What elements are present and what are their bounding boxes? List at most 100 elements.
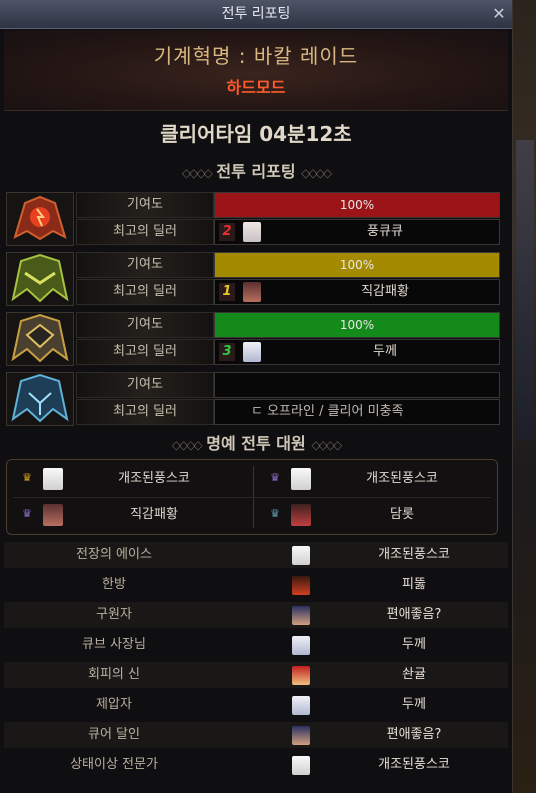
- best-dealer: 2 풍큐큐: [214, 219, 500, 245]
- crown-icon: ♛: [22, 471, 32, 484]
- dealer-name[interactable]: 풍큐큐: [275, 220, 495, 244]
- award-title: 회피의 신: [88, 667, 140, 682]
- character-portrait-icon: [243, 282, 261, 302]
- best-dealer: ㄷ 오프라인 / 클리어 미충족: [214, 399, 500, 425]
- section-title: 명예 전투 대원: [206, 434, 306, 453]
- crown-icon: ♛: [270, 471, 280, 484]
- raid-header: 기계혁명 : 바칼 레이드 하드모드: [4, 30, 508, 111]
- contribution-bar: [214, 372, 500, 398]
- ornament-left-icon: ◇◇◇◇: [171, 438, 203, 452]
- window-title: 전투 리포팅: [221, 6, 291, 22]
- character-portrait-icon: [43, 504, 63, 526]
- award-winner: 피뚫: [402, 577, 426, 592]
- best-dealer-label: 최고의 딜러: [76, 279, 214, 305]
- contribution-bar: 100%: [214, 252, 500, 278]
- award-title: 큐어 달인: [88, 727, 140, 742]
- offline-status: ㄷ 오프라인 / 클리어 미충족: [251, 404, 404, 419]
- award-title: 제압자: [96, 697, 132, 712]
- contribution-label: 기여도: [76, 252, 214, 278]
- character-portrait-icon: [43, 468, 63, 490]
- gold-boss-emblem-icon: [6, 312, 74, 366]
- character-portrait-icon: [292, 576, 310, 595]
- honor-member[interactable]: ♛ 담롯: [255, 498, 495, 532]
- crown-icon: ♛: [270, 507, 280, 520]
- award-title: 큐브 사장님: [82, 637, 146, 652]
- character-portrait-icon: [243, 342, 261, 362]
- award-winner: 편애좋음?: [386, 607, 442, 622]
- ornament-left-icon: ◇◇◇◇: [181, 166, 213, 180]
- ornament-right-icon: ◇◇◇◇: [301, 166, 332, 180]
- character-portrait-icon: [292, 606, 310, 625]
- party-row: 기여도 100% 최고의 딜러 3 두께: [4, 312, 500, 366]
- red-boss-emblem-icon: [6, 192, 74, 246]
- award-row[interactable]: 회피의 신 솬귤: [4, 662, 508, 688]
- award-winner: 두께: [402, 697, 426, 712]
- rank-badge: 2: [219, 223, 235, 241]
- background-right: [510, 0, 536, 793]
- blue-boss-emblem-icon: [6, 372, 74, 426]
- character-portrait-icon: [243, 222, 261, 242]
- contribution-value: 100%: [339, 198, 375, 212]
- best-dealer-label: 최고의 딜러: [76, 339, 214, 365]
- close-icon[interactable]: ✕: [490, 5, 508, 23]
- green-boss-emblem-icon: [6, 252, 74, 306]
- rank-badge: 3: [219, 343, 235, 361]
- character-portrait-icon: [292, 756, 310, 775]
- difficulty-mode: 하드모드: [226, 78, 286, 97]
- contribution-bar: 100%: [214, 312, 500, 338]
- award-title: 상태이상 전문가: [70, 757, 158, 772]
- divider: [13, 497, 491, 498]
- award-winner: 편애좋음?: [386, 727, 442, 742]
- character-portrait-icon: [291, 504, 311, 526]
- honor-member[interactable]: ♛ 개조된풍스코: [255, 462, 495, 496]
- member-name: 개조된풍스코: [366, 471, 438, 486]
- honor-members-panel: ♛ 개조된풍스코 ♛ 개조된풍스코 ♛ 직감패황 ♛ 담롯: [6, 459, 498, 535]
- best-dealer-label: 최고의 딜러: [76, 399, 214, 425]
- honor-member[interactable]: ♛ 개조된풍스코: [7, 462, 247, 496]
- contribution-label: 기여도: [76, 192, 214, 218]
- member-name: 개조된풍스코: [118, 471, 190, 486]
- section-combat-report: ◇◇◇◇ 전투 리포팅 ◇◇◇◇: [0, 158, 512, 182]
- party-row: 기여도 최고의 딜러 ㄷ 오프라인 / 클리어 미충족: [4, 372, 500, 426]
- contribution-value: 100%: [339, 258, 375, 272]
- party-row: 기여도 100% 최고의 딜러 2 풍큐큐: [4, 192, 500, 246]
- dealer-name[interactable]: 직감패황: [275, 280, 495, 304]
- character-portrait-icon: [292, 726, 310, 745]
- award-title: 한방: [102, 577, 126, 592]
- member-name: 담롯: [390, 507, 414, 522]
- character-portrait-icon: [292, 636, 310, 655]
- title-bar[interactable]: 전투 리포팅 ✕: [0, 0, 512, 29]
- section-honor-members: ◇◇◇◇ 명예 전투 대원 ◇◇◇◇: [0, 430, 512, 454]
- award-winner: 개조된풍스코: [378, 757, 450, 772]
- section-title: 전투 리포팅: [216, 162, 296, 181]
- contribution-value: 100%: [339, 318, 375, 332]
- contribution-label: 기여도: [76, 372, 214, 398]
- best-dealer-label: 최고의 딜러: [76, 219, 214, 245]
- award-row[interactable]: 한방 피뚫: [4, 572, 508, 598]
- clear-time: 클리어타임 04분12초: [160, 122, 352, 146]
- character-portrait-icon: [291, 468, 311, 490]
- member-name: 직감패황: [130, 507, 178, 522]
- contribution-label: 기여도: [76, 312, 214, 338]
- honor-member[interactable]: ♛ 직감패황: [7, 498, 247, 532]
- award-row[interactable]: 큐어 달인 편애좋음?: [4, 722, 508, 748]
- award-row[interactable]: 제압자 두께: [4, 692, 508, 718]
- character-portrait-icon: [292, 696, 310, 715]
- character-portrait-icon: [292, 546, 310, 565]
- dealer-name[interactable]: 두께: [275, 340, 495, 364]
- award-row[interactable]: 구원자 편애좋음?: [4, 602, 508, 628]
- award-winner: 두께: [402, 637, 426, 652]
- ornament-right-icon: ◇◇◇◇: [311, 438, 342, 452]
- award-title: 구원자: [96, 607, 132, 622]
- award-row[interactable]: 전장의 에이스 개조된풍스코: [4, 542, 508, 568]
- character-portrait-icon: [292, 666, 310, 685]
- award-row[interactable]: 큐브 사장님 두께: [4, 632, 508, 658]
- crown-icon: ♛: [22, 507, 32, 520]
- combat-report-window: 전투 리포팅 ✕ 기계혁명 : 바칼 레이드 하드모드 클리어타임 04분12초…: [0, 0, 513, 793]
- award-row[interactable]: 상태이상 전문가 개조된풍스코: [4, 752, 508, 778]
- party-row: 기여도 100% 최고의 딜러 1 직감패황: [4, 252, 500, 306]
- best-dealer: 3 두께: [214, 339, 500, 365]
- award-winner: 개조된풍스코: [378, 547, 450, 562]
- award-winner: 솬귤: [402, 667, 426, 682]
- best-dealer: 1 직감패황: [214, 279, 500, 305]
